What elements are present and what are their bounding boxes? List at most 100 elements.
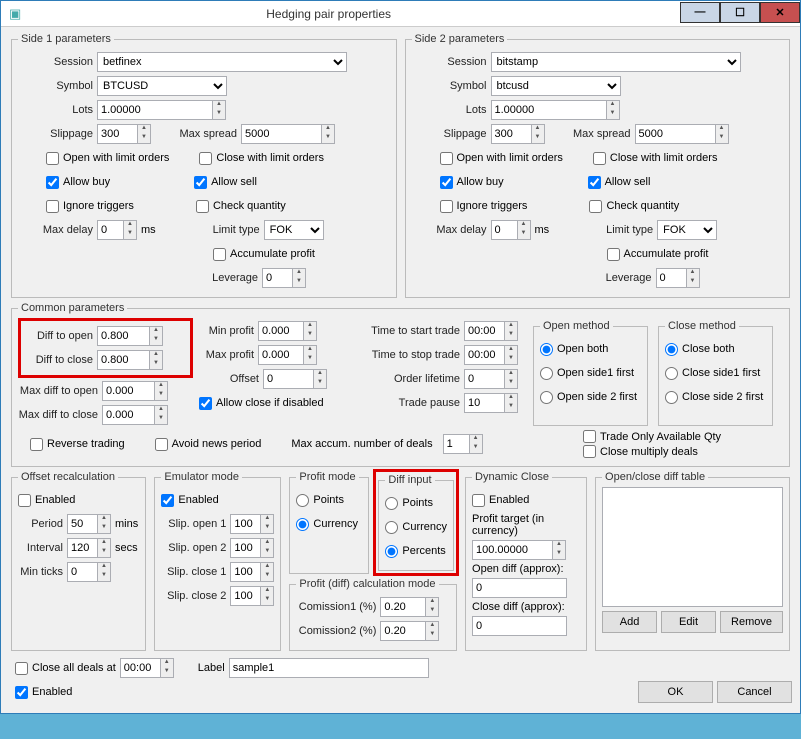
side2-leverage-input[interactable] [656, 268, 686, 288]
closediff-input[interactable] [472, 616, 567, 636]
di-points-radio[interactable]: Points [385, 492, 447, 514]
com2-input[interactable] [380, 621, 425, 641]
pm-currency-radio[interactable]: Currency [296, 513, 362, 535]
close-s1-radio[interactable]: Close side1 first [665, 362, 766, 384]
label-input[interactable] [229, 658, 429, 678]
spinner-icon[interactable]: ▲▼ [154, 381, 168, 401]
side2-ignore-triggers-cb[interactable]: Ignore triggers [440, 200, 528, 213]
avoid-news-cb[interactable]: Avoid news period [155, 438, 262, 451]
add-button[interactable]: Add [602, 611, 657, 633]
maxdiff-open-input[interactable] [102, 381, 154, 401]
spinner-icon[interactable]: ▲▼ [469, 434, 483, 454]
spinner-icon[interactable]: ▲▼ [97, 562, 111, 582]
spinner-icon[interactable]: ▲▼ [160, 658, 174, 678]
side1-slippage-input[interactable] [97, 124, 137, 144]
maxdiff-close-input[interactable] [102, 405, 154, 425]
side1-limittype-select[interactable]: FOK [264, 220, 324, 240]
side2-maxdelay-input[interactable] [491, 220, 517, 240]
close-all-time-input[interactable] [120, 658, 160, 678]
spinner-icon[interactable]: ▲▼ [552, 540, 566, 560]
close-multiply-cb[interactable]: Close multiply deals [583, 445, 783, 458]
side2-session-select[interactable]: bitstamp [491, 52, 741, 72]
side1-maxdelay-input[interactable] [97, 220, 123, 240]
spinner-icon[interactable]: ▲▼ [504, 321, 518, 341]
spinner-icon[interactable]: ▲▼ [212, 100, 226, 120]
offset-input[interactable] [263, 369, 313, 389]
spinner-icon[interactable]: ▲▼ [425, 597, 439, 617]
spinner-icon[interactable]: ▲▼ [517, 220, 531, 240]
tradepause-input[interactable] [464, 393, 504, 413]
close-button[interactable]: ✕ [760, 2, 800, 23]
side1-close-limit-cb[interactable]: Close with limit orders [199, 152, 324, 165]
spinner-icon[interactable]: ▲▼ [303, 345, 317, 365]
allow-close-disabled-cb[interactable]: Allow close if disabled [199, 397, 324, 410]
side1-check-qty-cb[interactable]: Check quantity [196, 200, 286, 213]
spinner-icon[interactable]: ▲▼ [123, 220, 137, 240]
so1-input[interactable] [230, 514, 260, 534]
reverse-trading-cb[interactable]: Reverse trading [30, 438, 125, 451]
close-all-cb[interactable]: Close all deals at [15, 662, 116, 675]
opendiff-input[interactable] [472, 578, 567, 598]
cancel-button[interactable]: Cancel [717, 681, 792, 703]
minimize-button[interactable]: — [680, 2, 720, 23]
maxprofit-input[interactable] [258, 345, 303, 365]
timestop-input[interactable] [464, 345, 504, 365]
side2-maxspread-input[interactable] [635, 124, 715, 144]
spinner-icon[interactable]: ▲▼ [504, 369, 518, 389]
spinner-icon[interactable]: ▲▼ [313, 369, 327, 389]
spinner-icon[interactable]: ▲▼ [137, 124, 151, 144]
diff-table-list[interactable] [602, 487, 783, 607]
side2-check-qty-cb[interactable]: Check quantity [589, 200, 679, 213]
edit-button[interactable]: Edit [661, 611, 716, 633]
open-s2-radio[interactable]: Open side 2 first [540, 386, 641, 408]
side1-open-limit-cb[interactable]: Open with limit orders [46, 152, 169, 165]
spinner-icon[interactable]: ▲▼ [686, 268, 700, 288]
spinner-icon[interactable]: ▲▼ [425, 621, 439, 641]
di-currency-radio[interactable]: Currency [385, 516, 447, 538]
ok-button[interactable]: OK [638, 681, 713, 703]
side2-open-limit-cb[interactable]: Open with limit orders [440, 152, 563, 165]
spinner-icon[interactable]: ▲▼ [149, 326, 163, 346]
di-percents-radio[interactable]: Percents [385, 540, 447, 562]
side2-close-limit-cb[interactable]: Close with limit orders [593, 152, 718, 165]
sc1-input[interactable] [230, 562, 260, 582]
minticks-input[interactable] [67, 562, 97, 582]
side1-lots-input[interactable] [97, 100, 212, 120]
com1-input[interactable] [380, 597, 425, 617]
pm-points-radio[interactable]: Points [296, 489, 362, 511]
side1-symbol-select[interactable]: BTCUSD [97, 76, 227, 96]
diff-open-input[interactable] [97, 326, 149, 346]
spinner-icon[interactable]: ▲▼ [97, 538, 111, 558]
side2-allow-sell-cb[interactable]: Allow sell [588, 176, 651, 189]
close-s2-radio[interactable]: Close side 2 first [665, 386, 766, 408]
remove-button[interactable]: Remove [720, 611, 783, 633]
side2-symbol-select[interactable]: btcusd [491, 76, 621, 96]
side1-leverage-input[interactable] [262, 268, 292, 288]
side2-lots-input[interactable] [491, 100, 606, 120]
diff-close-input[interactable] [97, 350, 149, 370]
side1-session-select[interactable]: betfinex [97, 52, 347, 72]
emu-enabled-cb[interactable]: Enabled [161, 489, 274, 511]
maxaccum-input[interactable] [443, 434, 469, 454]
spinner-icon[interactable]: ▲▼ [531, 124, 545, 144]
side2-limittype-select[interactable]: FOK [657, 220, 717, 240]
profit-target-input[interactable] [472, 540, 552, 560]
open-s1-radio[interactable]: Open side1 first [540, 362, 641, 384]
interval-input[interactable] [67, 538, 97, 558]
spinner-icon[interactable]: ▲▼ [292, 268, 306, 288]
orderlife-input[interactable] [464, 369, 504, 389]
spinner-icon[interactable]: ▲▼ [504, 345, 518, 365]
spinner-icon[interactable]: ▲▼ [154, 405, 168, 425]
spinner-icon[interactable]: ▲▼ [260, 562, 274, 582]
side1-maxspread-input[interactable] [241, 124, 321, 144]
period-input[interactable] [67, 514, 97, 534]
spinner-icon[interactable]: ▲▼ [715, 124, 729, 144]
spinner-icon[interactable]: ▲▼ [260, 538, 274, 558]
minprofit-input[interactable] [258, 321, 303, 341]
enabled-cb[interactable]: Enabled [15, 686, 72, 699]
side1-accum-profit-cb[interactable]: Accumulate profit [213, 248, 315, 261]
spinner-icon[interactable]: ▲▼ [504, 393, 518, 413]
open-both-radio[interactable]: Open both [540, 338, 641, 360]
dyn-enabled-cb[interactable]: Enabled [472, 489, 580, 511]
maximize-button[interactable]: ☐ [720, 2, 760, 23]
